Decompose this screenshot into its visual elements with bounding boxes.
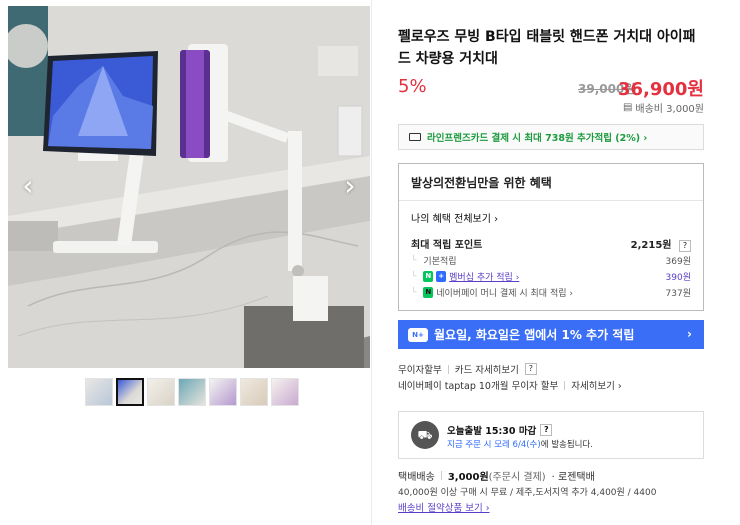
max-points-value-wrap: 2,215원 ?: [631, 236, 691, 252]
max-points-label: 최대 적립 포인트: [411, 240, 483, 251]
panel-divider: [371, 0, 372, 525]
thumbnail[interactable]: [147, 378, 175, 406]
today-dispatch-box: ⛟ 오늘출발 15:30 마감 ? 지금 주문 시 모레 6/4(수)에 발송됩…: [398, 411, 704, 459]
product-page: ‹ › 펠로우즈 무빙 B타입 태블릿 핸드폰 거치대 아이패드 차량용 거치대…: [0, 0, 740, 525]
installment-row: 무이자할부 카드 자세히보기 ?: [398, 362, 537, 376]
bundle-products-link[interactable]: 배송비 절약상품 보기 ›: [398, 500, 490, 514]
truck-small-icon: ▤: [622, 102, 633, 113]
shipping-carrier: · 로젠택배: [551, 472, 595, 483]
thumbnail-selected[interactable]: [116, 378, 144, 406]
separator: [564, 380, 566, 390]
help-icon[interactable]: ?: [540, 424, 553, 436]
benefit-box: 발상의전환님만을 위한 혜택 나의 혜택 전체보기 › 최대 적립 포인트 2,…: [398, 163, 704, 311]
credit-card-icon: [409, 133, 421, 141]
shipping-info: 40,000원 이상 구매 시 무료 / 제주,도서지역 추가 4,400원 /…: [398, 488, 657, 498]
shipping-fee: ▤ 배송비 3,000원: [623, 100, 704, 115]
base-points-value: 369원: [665, 257, 691, 267]
shipping-type: 택배배송: [398, 472, 435, 483]
separator: [447, 364, 449, 374]
my-benefits-link[interactable]: 나의 혜택 전체보기 ›: [411, 210, 498, 225]
separator: [440, 471, 442, 480]
taptap-details-link[interactable]: 자세히보기 ›: [571, 378, 622, 392]
shipping-price-wrap: 3,000원(주문시 결제): [448, 468, 546, 483]
naverpay-points-value: 737원: [665, 289, 691, 299]
delivery-truck-icon: ⛟: [411, 421, 439, 449]
card-benefit-banner[interactable]: 라인프렌즈카드 결제 시 최대 738원 추가적립 (2%) ›: [398, 124, 704, 150]
naverpay-icon: N: [423, 287, 434, 298]
dispatch-date: 지금 주문 시 모레 6/4(수): [447, 440, 541, 450]
taptap-text: 네이버페이 taptap 10개월 무이자 할부: [398, 381, 559, 392]
shipping-price: 3,000원: [447, 472, 489, 483]
naver-plus-app-icon: N+: [408, 327, 428, 342]
card-benefit-text: 라인프렌즈카드 결제 시 최대 738원 추가적립 (2%) ›: [427, 133, 648, 144]
dispatch-suffix: 에 발송됩니다.: [540, 440, 594, 450]
sale-price: 36,900원: [617, 79, 704, 100]
max-points-value: 2,215원: [630, 240, 672, 251]
tree-line-icon: └: [411, 271, 417, 282]
next-image-button[interactable]: ›: [338, 171, 362, 201]
dispatch-desc: 지금 주문 시 모레 6/4(수)에 발송됩니다.: [447, 438, 593, 450]
taptap-row: 네이버페이 taptap 10개월 무이자 할부 자세히보기 ›: [398, 378, 622, 392]
shipping-fee-text: 배송비 3,000원: [635, 104, 704, 115]
prev-image-button[interactable]: ‹: [16, 171, 40, 201]
help-icon[interactable]: ?: [679, 240, 691, 252]
naverpay-points-link[interactable]: 네이버페이 머니 결제 시 최대 적립 ›: [436, 286, 573, 299]
app-benefit-banner[interactable]: N+ 월요일, 화요일은 앱에서 1% 추가 적립 ›: [398, 320, 704, 349]
plus-badge-icon: +: [436, 271, 447, 282]
discount-rate: 5%: [398, 76, 427, 97]
base-points-label: 기본적립: [423, 257, 457, 267]
thumbnail-strip: [85, 378, 299, 406]
shipping-row: 택배배송 3,000원(주문시 결제) · 로젠택배: [398, 468, 595, 483]
app-benefit-text: 월요일, 화요일은 앱에서 1% 추가 적립: [434, 328, 635, 342]
main-product-image: [8, 6, 370, 368]
thumbnail[interactable]: [178, 378, 206, 406]
chevron-right-icon: ›: [687, 327, 692, 341]
help-icon[interactable]: ?: [524, 363, 537, 375]
dispatch-title: 오늘출발 15:30 마감: [447, 426, 537, 437]
membership-points-row: └ N + 멤버십 추가 적립 › 390원: [411, 270, 691, 283]
tree-line-icon: └: [411, 287, 417, 298]
naver-n-icon: N: [423, 271, 434, 282]
naverpay-points-row: └ N 네이버페이 머니 결제 시 최대 적립 › 737원: [411, 286, 691, 299]
thumbnail[interactable]: [85, 378, 113, 406]
installment-label: 무이자할부: [398, 365, 442, 376]
membership-points-value: 390원: [665, 273, 691, 283]
membership-points-link[interactable]: 멤버십 추가 적립 ›: [449, 270, 519, 283]
product-gallery: ‹ ›: [8, 6, 370, 418]
thumbnail[interactable]: [209, 378, 237, 406]
thumbnail[interactable]: [240, 378, 268, 406]
tree-line-icon: └: [411, 255, 417, 266]
product-title: 펠로우즈 무빙 B타입 태블릿 핸드폰 거치대 아이패드 차량용 거치대: [398, 29, 696, 67]
base-points-row: └ 기본적립 369원: [411, 254, 691, 268]
shipping-condition: (주문시 결제): [488, 472, 546, 483]
card-details-link[interactable]: 카드 자세히보기: [455, 362, 519, 376]
dispatch-title-row: 오늘출발 15:30 마감 ?: [447, 423, 553, 437]
benefit-header: 발상의전환님만을 위한 혜택: [399, 164, 703, 201]
thumbnail[interactable]: [271, 378, 299, 406]
max-points-row: 최대 적립 포인트 2,215원 ?: [411, 236, 691, 252]
